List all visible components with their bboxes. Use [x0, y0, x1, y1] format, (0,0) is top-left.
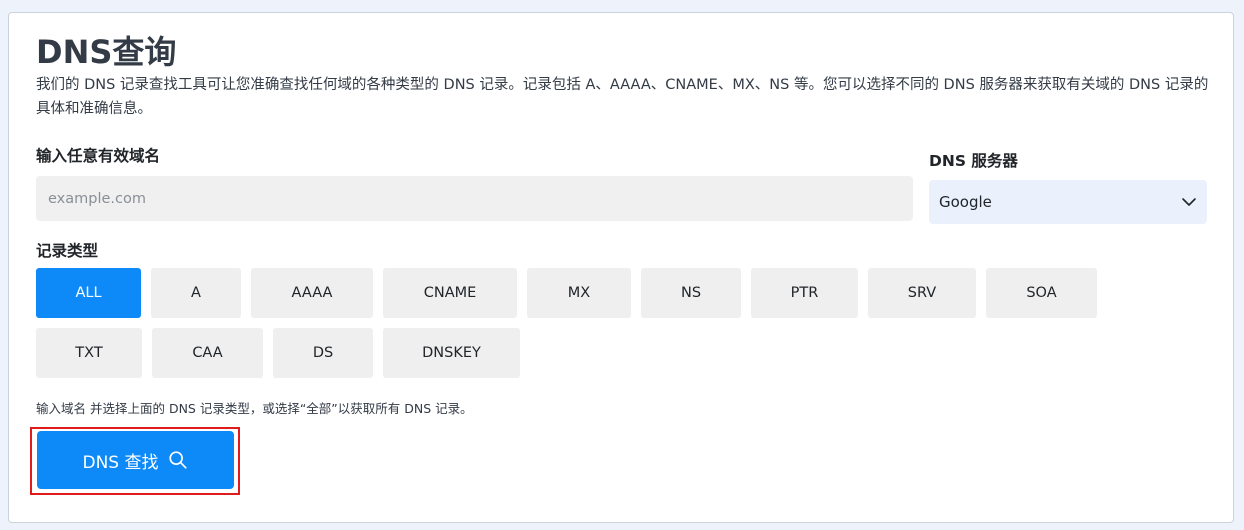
record-type-srv[interactable]: SRV	[868, 268, 976, 318]
record-type-aaaa[interactable]: AAAA	[251, 268, 373, 318]
page-description: 我们的 DNS 记录查找工具可让您准确查找任何域的各种类型的 DNS 记录。记录…	[36, 77, 1209, 117]
record-type-ns[interactable]: NS	[641, 268, 741, 318]
search-icon	[168, 451, 187, 469]
record-type-ptr[interactable]: PTR	[751, 268, 858, 318]
record-type-cname[interactable]: CNAME	[383, 268, 517, 318]
page-title: DNS查询	[36, 33, 177, 71]
record-type-mx[interactable]: MX	[527, 268, 631, 318]
record-type-caa[interactable]: CAA	[152, 328, 263, 378]
record-type-soa[interactable]: SOA	[986, 268, 1097, 318]
record-type-ds[interactable]: DS	[273, 328, 373, 378]
record-type-a[interactable]: A	[151, 268, 241, 318]
record-type-label: 记录类型	[36, 242, 99, 260]
record-type-all[interactable]: ALL	[36, 268, 141, 318]
dns-server-label: DNS 服务器	[929, 152, 1018, 170]
dns-lookup-label: DNS 查找	[82, 452, 159, 473]
lookup-hint: 输入域名 并选择上面的 DNS 记录类型，或选择“全部”以获取所有 DNS 记录…	[36, 401, 473, 416]
domain-label: 输入任意有效域名	[36, 147, 161, 165]
dns-lookup-button[interactable]: DNS 查找	[37, 431, 234, 489]
chevron-down-icon	[1182, 198, 1196, 206]
dns-server-value: Google	[939, 193, 992, 211]
domain-input[interactable]	[36, 176, 913, 221]
record-type-dnskey[interactable]: DNSKEY	[383, 328, 520, 378]
record-type-txt[interactable]: TXT	[36, 328, 142, 378]
dns-server-select[interactable]: Google	[929, 180, 1207, 224]
dns-lookup-card: DNS查询 我们的 DNS 记录查找工具可让您准确查找任何域的各种类型的 DNS…	[8, 12, 1234, 523]
